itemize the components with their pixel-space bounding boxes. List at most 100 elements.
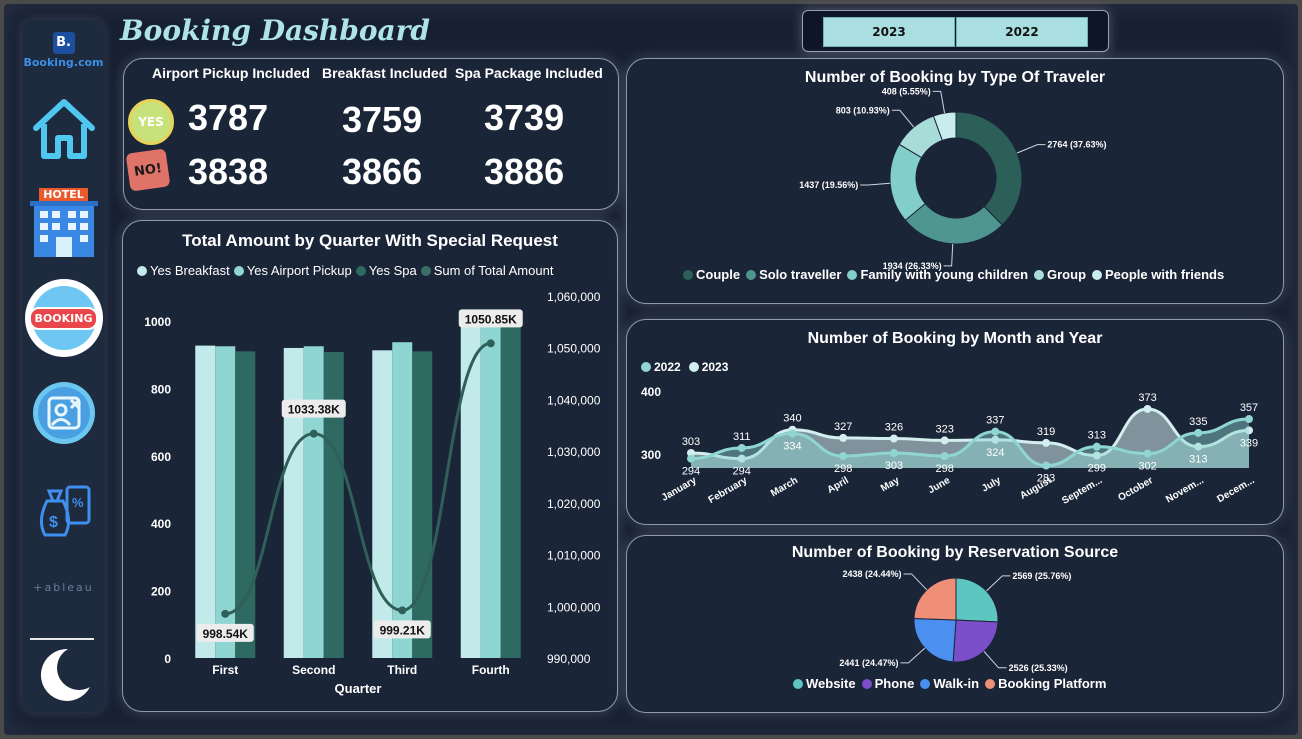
point-2023 — [940, 436, 949, 445]
kpi-yes-airport: 3787 — [188, 97, 269, 138]
kpi-no-airport: 3838 — [188, 151, 269, 192]
point-2022 — [1143, 449, 1152, 458]
point-2022 — [889, 448, 898, 457]
legend-item-family[interactable]: Family with young children — [847, 267, 1028, 282]
sidebar-item-tableau[interactable]: +ableau — [22, 572, 105, 602]
bar-yes-spa — [235, 351, 256, 658]
kpi-no-spa: 3886 — [484, 151, 565, 192]
legend-item-couple[interactable]: Couple — [683, 267, 740, 282]
data-label-2023: 326 — [885, 422, 903, 434]
y-tick-label: 600 — [151, 450, 171, 464]
legend-item-group[interactable]: Group — [1034, 267, 1086, 282]
money-bag-icon: $ % — [39, 485, 90, 537]
data-label-2023: 373 — [1138, 392, 1156, 404]
booking-logo-mark: B. — [52, 31, 75, 54]
slice-label: 2569 (25.76%) — [1012, 571, 1071, 581]
svg-text:%: % — [72, 495, 84, 510]
x-tick-label: April — [825, 475, 850, 496]
data-label-2022: 303 — [885, 460, 903, 472]
kpi-yes-spa: 3739 — [484, 97, 565, 138]
total-amount-point — [486, 339, 495, 348]
legend-label: Solo traveller — [759, 267, 842, 282]
legend-item-website[interactable]: Website — [793, 676, 856, 691]
slice-label: 2526 (25.33%) — [1009, 663, 1068, 673]
data-label-2023: 319 — [1037, 426, 1055, 438]
tableau-icon: +ableau — [33, 580, 94, 594]
bar-yes-spa — [412, 351, 433, 658]
legend-label: Family with young children — [860, 267, 1029, 282]
y2-tick-label: 1,010,000 — [547, 549, 601, 563]
total-amount-line — [225, 341, 492, 616]
legend-label: People with friends — [1105, 267, 1225, 282]
legend-item-walkin[interactable]: Walk-in — [920, 676, 979, 691]
quarter-chart: 0 200 400 600 800 1000 990,000 1,000,000 1,010,0… — [144, 290, 601, 696]
y-tick-label: 400 — [641, 385, 661, 399]
legend-item-booking-platform[interactable]: Booking Platform — [985, 676, 1106, 691]
point-2022 — [788, 429, 797, 438]
legend-item-friends[interactable]: People with friends — [1092, 267, 1224, 282]
sidebar-item-revenue[interactable]: $ % — [22, 474, 105, 546]
x-tick-label: May — [879, 475, 902, 494]
x-tick-label: March — [769, 475, 800, 499]
kpi-header-airport: Airport Pickup Included — [152, 65, 310, 81]
slice-label: 408 (5.55%) — [882, 86, 931, 96]
year-button-2023[interactable]: 2023 — [823, 17, 955, 47]
leader-line — [986, 575, 1011, 592]
x-tick-label: June — [926, 475, 952, 496]
y-tick-label: 800 — [151, 382, 171, 396]
data-label: 998.54K — [203, 627, 249, 641]
data-label-2023: 324 — [986, 447, 1004, 459]
yes-icon: YES — [128, 99, 174, 145]
sidebar-item-theme-toggle[interactable] — [22, 644, 105, 706]
kpi-header-breakfast: Breakfast Included — [322, 65, 448, 81]
point-2022 — [1194, 428, 1203, 437]
sidebar-item-hotel[interactable]: HOTEL — [22, 184, 105, 260]
page-title: Booking Dashboard — [120, 14, 431, 47]
x-tick-label: October — [1116, 475, 1155, 504]
legend-label: Walk-in — [933, 676, 980, 691]
point-2022 — [839, 452, 848, 461]
month-chart: 400300294311334298 303 2983372833133023353… — [641, 385, 1258, 507]
point-2022 — [991, 427, 1000, 436]
x-tick-label: July — [980, 475, 1003, 495]
sidebar-item-booking[interactable]: BOOKING — [22, 278, 105, 358]
data-label-2022: 334 — [783, 440, 801, 452]
legend-label: Couple — [696, 267, 741, 282]
booking-logo[interactable]: B. Booking.com — [22, 26, 105, 74]
no-icon: NO! — [125, 148, 171, 192]
data-label: 1033.38K — [288, 403, 340, 417]
pie-slice-website — [955, 577, 999, 623]
point-2023 — [1143, 404, 1152, 413]
moon-icon — [40, 648, 90, 701]
booking-button-label: BOOKING — [28, 306, 99, 330]
point-2022 — [1092, 442, 1101, 451]
pie-slice-booking-platform — [913, 577, 957, 621]
home-icon — [32, 99, 95, 159]
total-amount-point — [221, 609, 230, 618]
point-2022 — [1042, 461, 1051, 470]
legend-item-phone[interactable]: Phone — [861, 676, 914, 691]
no-label: NO! — [133, 160, 163, 180]
traveler-chart-card: Number of Booking by Type Of Traveler 27… — [626, 58, 1284, 304]
point-2023 — [839, 433, 848, 442]
data-label-2023: 303 — [682, 436, 700, 448]
bar-yes-breakfast — [460, 321, 481, 658]
sidebar-item-cancellations[interactable] — [22, 378, 105, 448]
booking-logo-text: Booking.com — [23, 55, 104, 69]
leader-line — [900, 647, 926, 664]
x-tick-label: February — [707, 475, 750, 506]
data-label-2022: 335 — [1189, 416, 1207, 428]
x-tick-label: Septem... — [1060, 475, 1104, 507]
kpi-yes-breakfast: 3759 — [342, 99, 423, 140]
legend-item-solo[interactable]: Solo traveller — [746, 267, 841, 282]
sidebar-item-home[interactable] — [22, 94, 105, 164]
x-tick-label: Novem... — [1164, 475, 1206, 505]
leader-line — [1016, 144, 1046, 154]
cancel-user-icon — [32, 382, 95, 444]
leader-line — [932, 90, 946, 114]
y-tick-label: 200 — [151, 585, 171, 599]
leader-line — [983, 651, 1007, 669]
point-2023 — [889, 434, 898, 443]
year-button-2022[interactable]: 2022 — [956, 17, 1088, 47]
quarter-chart-card: Total Amount by Quarter With Special Req… — [122, 220, 618, 712]
